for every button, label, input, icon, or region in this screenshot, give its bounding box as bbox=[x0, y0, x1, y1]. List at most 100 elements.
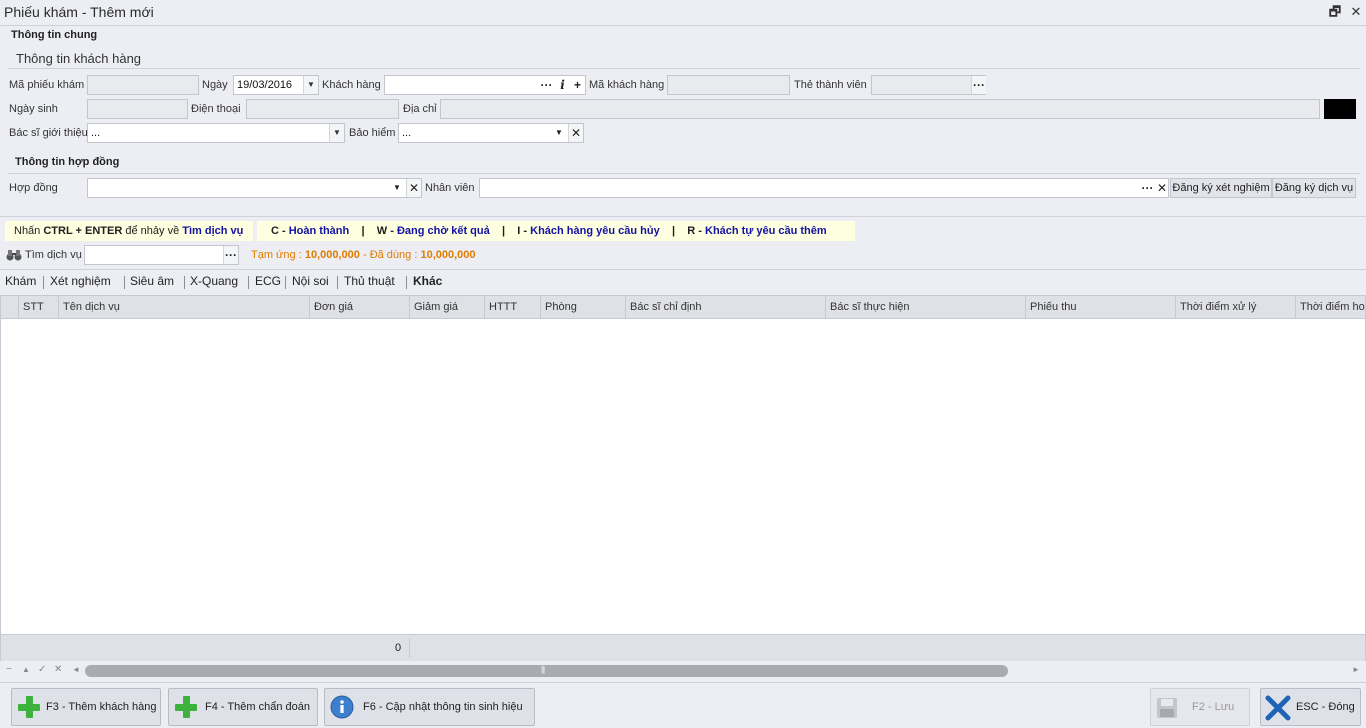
customer-field[interactable]: ··· i + bbox=[384, 75, 586, 95]
tab-khac[interactable]: Khác bbox=[413, 274, 442, 288]
column-header[interactable]: Bác sĩ chỉ định bbox=[625, 296, 825, 319]
tab-sieu-am[interactable]: Siêu âm bbox=[130, 274, 174, 288]
staff-field[interactable]: ··· ✕ bbox=[479, 178, 1169, 198]
tab-x-quang[interactable]: X-Quang bbox=[190, 274, 238, 288]
ellipsis-icon[interactable]: ··· bbox=[1140, 179, 1155, 197]
info-icon[interactable]: i bbox=[555, 76, 570, 94]
divider bbox=[8, 173, 1360, 174]
register-test-button[interactable]: Đăng ký xét nghiệm bbox=[1170, 178, 1272, 198]
column-header[interactable]: Tên dịch vụ bbox=[58, 296, 309, 319]
referring-doctor-label: Bác sĩ giới thiệu bbox=[9, 127, 88, 139]
column-header[interactable]: Phiếu thu bbox=[1025, 296, 1175, 319]
contract-select[interactable]: ▼ ✕ bbox=[87, 178, 422, 198]
service-tabs: Khám Xét nghiệm Siêu âm X-Quang ECG Nội … bbox=[0, 274, 1366, 292]
chevron-down-icon[interactable]: ▼ bbox=[303, 76, 318, 94]
scrollbar-thumb[interactable]: ||| bbox=[85, 665, 1008, 677]
binoculars-icon bbox=[6, 250, 22, 261]
divider bbox=[0, 269, 1366, 270]
tab-xet-nghiem[interactable]: Xét nghiệm bbox=[50, 274, 111, 288]
phone-label: Điện thoại bbox=[191, 103, 241, 115]
add-diagnosis-button[interactable]: F4 - Thêm chẩn đoán bbox=[168, 688, 318, 726]
column-header[interactable]: Thời điểm xử lý bbox=[1175, 296, 1295, 319]
grid-header: STT Tên dịch vụ Đơn giá Giảm giá HTTT Ph… bbox=[1, 296, 1365, 319]
member-card-label: Thẻ thành viên bbox=[794, 79, 867, 91]
ticket-code-field[interactable] bbox=[87, 75, 199, 95]
search-service-label: Tìm dịch vụ bbox=[25, 249, 82, 261]
address-label: Địa chỉ bbox=[403, 103, 437, 115]
floppy-icon bbox=[1157, 698, 1177, 718]
tab-kham[interactable]: Khám bbox=[5, 274, 36, 288]
column-header[interactable]: STT bbox=[18, 296, 58, 319]
column-header[interactable]: Bác sĩ thực hiện bbox=[825, 296, 1025, 319]
chevron-down-icon[interactable]: ▼ bbox=[390, 179, 404, 197]
customer-code-label: Mã khách hàng bbox=[589, 79, 665, 91]
register-service-button[interactable]: Đăng ký dịch vụ bbox=[1272, 178, 1356, 198]
customer-subtitle: Thông tin khách hàng bbox=[16, 51, 142, 66]
color-swatch[interactable] bbox=[1324, 99, 1356, 119]
dob-label: Ngày sinh bbox=[9, 103, 58, 115]
add-customer-button[interactable]: F3 - Thêm khách hàng bbox=[11, 688, 161, 726]
ellipsis-icon[interactable]: ··· bbox=[971, 76, 986, 94]
phone-field[interactable] bbox=[246, 99, 399, 119]
address-field[interactable] bbox=[440, 99, 1320, 119]
ellipsis-icon[interactable]: ··· bbox=[223, 246, 238, 264]
close-button[interactable]: ESC - Đóng bbox=[1260, 688, 1361, 726]
insurance-label: Bảo hiểm bbox=[349, 127, 396, 139]
date-field[interactable]: 19/03/2016 ▼ bbox=[233, 75, 319, 95]
check-icon[interactable]: ✓ bbox=[38, 664, 46, 675]
column-header[interactable]: Phòng bbox=[540, 296, 625, 319]
dob-field[interactable] bbox=[87, 99, 188, 119]
date-label: Ngày bbox=[202, 79, 228, 91]
update-vitals-button[interactable]: F6 - Cập nhật thông tin sinh hiệu bbox=[324, 688, 535, 726]
window-titlebar: Phiếu khám - Thêm mới 🗗 ✕ bbox=[0, 0, 1366, 26]
save-button[interactable]: F2 - Lưu bbox=[1150, 688, 1250, 726]
services-grid[interactable]: STT Tên dịch vụ Đơn giá Giảm giá HTTT Ph… bbox=[0, 295, 1366, 661]
search-service-input[interactable]: ··· bbox=[84, 245, 239, 265]
info-icon bbox=[330, 695, 354, 719]
tab-noi-soi[interactable]: Nội soi bbox=[292, 274, 329, 288]
status-legend: C - Hoàn thành | W - Đang chờ kết quả | … bbox=[257, 221, 855, 241]
window-title: Phiếu khám - Thêm mới bbox=[4, 4, 154, 20]
ellipsis-icon[interactable]: ··· bbox=[539, 76, 554, 94]
plus-icon bbox=[175, 696, 197, 718]
date-value: 19/03/2016 bbox=[237, 79, 293, 91]
ticket-code-label: Mã phiếu khám bbox=[9, 79, 85, 91]
scroll-left-icon[interactable]: ◄ bbox=[72, 665, 80, 674]
minus-icon[interactable]: − bbox=[6, 664, 12, 675]
customer-label: Khách hàng bbox=[322, 79, 381, 91]
scroll-right-icon[interactable]: ► bbox=[1352, 665, 1360, 674]
column-header[interactable]: HTTT bbox=[484, 296, 540, 319]
bottom-toolbar: F3 - Thêm khách hàng F4 - Thêm chẩn đoán… bbox=[0, 682, 1366, 728]
member-card-field[interactable]: ··· bbox=[871, 75, 986, 95]
grid-footer: 0 bbox=[1, 634, 1365, 661]
contract-label: Hợp đồng bbox=[9, 182, 58, 194]
contract-section-title: Thông tin hợp đồng bbox=[15, 156, 120, 168]
close-x-icon bbox=[1265, 695, 1291, 721]
column-header[interactable]: Đơn giá bbox=[309, 296, 409, 319]
close-icon[interactable]: ✕ bbox=[1349, 5, 1363, 19]
add-icon[interactable]: + bbox=[570, 76, 585, 94]
column-header[interactable]: Thời điểm hoà bbox=[1295, 296, 1365, 319]
column-header[interactable]: Giảm giá bbox=[409, 296, 484, 319]
referring-doctor-select[interactable]: ... ▼ bbox=[87, 123, 345, 143]
customer-code-field[interactable] bbox=[667, 75, 790, 95]
grid-navigator: − ▲ ✓ ✕ ◄ ||| ► bbox=[0, 662, 1366, 680]
restore-icon[interactable]: 🗗 bbox=[1328, 5, 1342, 19]
divider bbox=[8, 68, 1360, 69]
footer-total: 0 bbox=[395, 642, 402, 654]
divider bbox=[0, 216, 1366, 217]
clear-icon[interactable]: ✕ bbox=[54, 664, 62, 675]
shortcut-hint: Nhấn CTRL + ENTER để nhảy về Tìm dịch vụ bbox=[5, 221, 253, 241]
tab-thu-thuat[interactable]: Thủ thuật bbox=[344, 274, 395, 288]
up-icon[interactable]: ▲ bbox=[22, 665, 30, 674]
clear-icon[interactable]: ✕ bbox=[568, 124, 583, 142]
tab-ecg[interactable]: ECG bbox=[255, 274, 281, 288]
insurance-select[interactable]: ... ▼ ✕ bbox=[398, 123, 584, 143]
balance-info: Tạm ứng : 10,000,000 - Đã dùng : 10,000,… bbox=[251, 249, 476, 261]
clear-icon[interactable]: ✕ bbox=[406, 179, 421, 197]
clear-icon[interactable]: ✕ bbox=[1155, 179, 1169, 197]
plus-icon bbox=[18, 696, 40, 718]
chevron-down-icon[interactable]: ▼ bbox=[329, 124, 344, 142]
chevron-down-icon[interactable]: ▼ bbox=[552, 124, 566, 142]
general-section-title: Thông tin chung bbox=[11, 29, 98, 41]
